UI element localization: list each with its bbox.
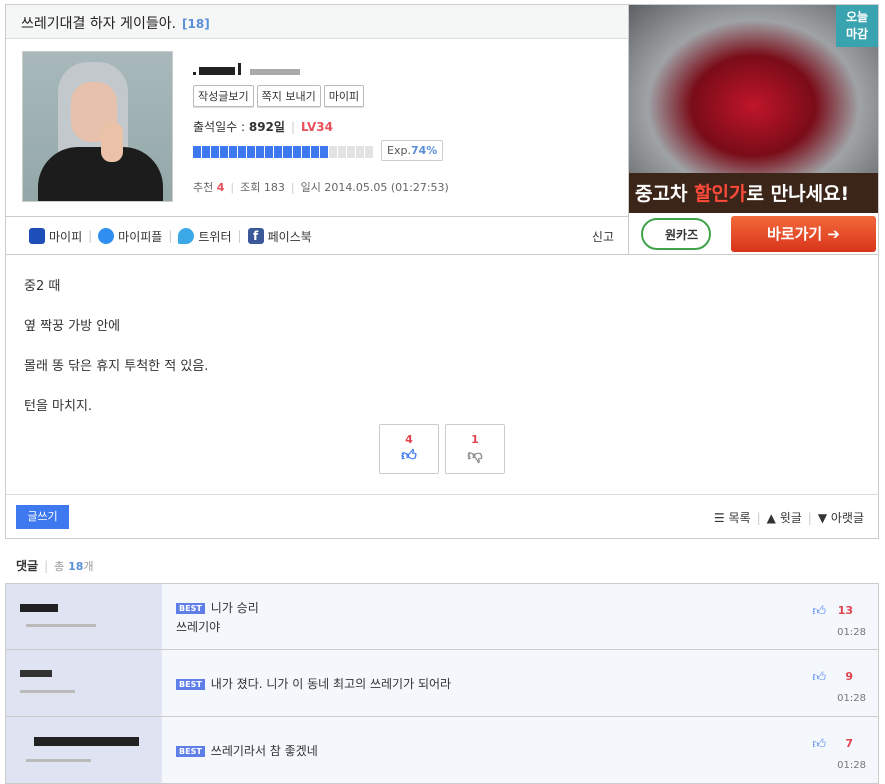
avatar bbox=[22, 51, 173, 202]
share-facebook[interactable]: f 페이스북 bbox=[247, 228, 312, 245]
report-link[interactable]: 신고 bbox=[592, 228, 614, 245]
exp-segment bbox=[319, 146, 328, 158]
body-line: 턴을 마치지. bbox=[24, 399, 93, 414]
comment-item: BEST 쓰레기라서 참 좋겠네 👍︎ 7 01:28 bbox=[5, 717, 879, 784]
exp-segment bbox=[256, 146, 265, 158]
best-badge: BEST bbox=[176, 679, 205, 690]
exp-segment bbox=[283, 146, 292, 158]
comment-time: 01:28 bbox=[837, 627, 866, 638]
downvote-button[interactable]: 1 👎︎ bbox=[445, 424, 505, 474]
list-button[interactable]: ☰ 목록 bbox=[714, 511, 751, 525]
thumbs-up-icon[interactable]: 👍︎ bbox=[812, 604, 826, 619]
downvote-count: 1 bbox=[471, 433, 479, 446]
post-date: 2014.05.05 (01:27:53) bbox=[324, 181, 449, 194]
comment-text: 내가 졌다. 니가 이 동네 최고의 쓰레기가 되어라 bbox=[210, 677, 452, 691]
mypeople-icon bbox=[98, 228, 115, 244]
exp-segment bbox=[355, 146, 364, 158]
write-button[interactable]: 글쓰기 bbox=[16, 505, 69, 529]
share-mypi[interactable]: 마이피 bbox=[29, 228, 82, 245]
exp-segment bbox=[301, 146, 310, 158]
comments-header: 댓글 | 총 18개 bbox=[16, 559, 94, 573]
username[interactable] bbox=[193, 63, 303, 78]
profile-buttons: 작성글보기 쪽지 보내기 마이피 bbox=[193, 85, 367, 107]
comments-title: 댓글 bbox=[16, 559, 39, 573]
exp-label: Exp.74% bbox=[381, 140, 444, 161]
exp-segment bbox=[238, 146, 247, 158]
post-header: 쓰레기대결 하자 게이들아. [18] 작성글보기 쪽지 보내기 마이피 출석일수 :… bbox=[5, 4, 628, 255]
exp-segment bbox=[229, 146, 238, 158]
share-twitter[interactable]: 트위터 bbox=[178, 228, 232, 245]
next-button[interactable]: ▼ 아랫글 bbox=[818, 511, 864, 525]
share-bar: 마이피 | 마이피플 | 트위터 | f 페이스북 신고 bbox=[6, 216, 628, 255]
best-badge: BEST bbox=[176, 746, 205, 757]
post-nav: ☰ 목록 | ▲ 윗글 | ▼ 아랫글 bbox=[713, 511, 864, 525]
ad-go-button[interactable]: 바로가기 ➔ bbox=[731, 216, 876, 252]
twitter-icon bbox=[178, 228, 195, 244]
exp-segment bbox=[265, 146, 274, 158]
thumbs-up-icon[interactable]: 👍︎ bbox=[812, 737, 826, 752]
comment-votes: 13 bbox=[837, 604, 853, 617]
body-line: 몰래 똥 닦은 휴지 투척한 적 있음. bbox=[24, 359, 209, 374]
exp-segment bbox=[346, 146, 355, 158]
exp-segment bbox=[220, 146, 229, 158]
comment-count[interactable]: [18] bbox=[182, 17, 210, 31]
post-actions: 글쓰기 ☰ 목록 | ▲ 윗글 | ▼ 아랫글 bbox=[6, 494, 878, 539]
exp-segment bbox=[211, 146, 220, 158]
facebook-icon: f bbox=[247, 228, 264, 244]
best-badge: BEST bbox=[176, 603, 205, 614]
exp-segment bbox=[202, 146, 211, 158]
post-body: 중2 때 옆 짝꿍 가방 안에 몰래 똥 닦은 휴지 투척한 적 있음. 턴을 … bbox=[5, 254, 879, 539]
post-meta: 추천 4 | 조회 183 | 일시 2014.05.05 (01:27:53) bbox=[193, 181, 449, 194]
exp-segment bbox=[247, 146, 256, 158]
thumbs-down-icon: 👎︎ bbox=[467, 446, 483, 464]
upvote-count: 4 bbox=[405, 433, 413, 446]
post-title-bar: 쓰레기대결 하자 게이들아. [18] bbox=[6, 5, 628, 39]
ad-badge: 오늘 마감 bbox=[836, 5, 878, 47]
comment-time: 01:28 bbox=[837, 693, 866, 704]
exp-segment bbox=[310, 146, 319, 158]
view-posts-button[interactable]: 작성글보기 bbox=[193, 85, 254, 107]
exp-segment bbox=[274, 146, 283, 158]
exp-segment bbox=[292, 146, 301, 158]
comment-text: 니가 승리 bbox=[210, 601, 259, 615]
attendance: 출석일수 : 892일 | LV34 bbox=[193, 120, 333, 134]
send-message-button[interactable]: 쪽지 보내기 bbox=[256, 85, 321, 107]
body-line: 옆 짝꿍 가방 안에 bbox=[24, 319, 121, 334]
comment-author[interactable] bbox=[6, 717, 162, 783]
thumbs-up-icon: 👍︎ bbox=[401, 446, 417, 464]
ad-banner[interactable]: 오늘 마감 중고차 할인가로 만나세요! 원카즈 바로가기 ➔ bbox=[628, 4, 879, 255]
thumbs-up-icon[interactable]: 👍︎ bbox=[812, 670, 826, 685]
comment-votes: 9 bbox=[845, 670, 853, 683]
ad-logo: 원카즈 bbox=[641, 218, 711, 250]
exp-bar bbox=[193, 146, 373, 158]
mypi-button[interactable]: 마이피 bbox=[323, 85, 365, 107]
mypi-icon bbox=[29, 228, 45, 244]
post-title: 쓰레기대결 하자 게이들아. bbox=[21, 16, 177, 32]
ad-bottom: 원카즈 바로가기 ➔ bbox=[629, 213, 878, 254]
comment-votes: 7 bbox=[845, 737, 853, 750]
attendance-label: 출석일수 : bbox=[193, 120, 246, 134]
exp-segment bbox=[193, 146, 202, 158]
comments-total: 18 bbox=[68, 560, 84, 573]
exp-segment bbox=[364, 146, 373, 158]
comment-author[interactable] bbox=[6, 650, 162, 716]
comment-text: 쓰레기라서 참 좋겠네 bbox=[210, 744, 318, 758]
upvote-button[interactable]: 4 👍︎ bbox=[379, 424, 439, 474]
exp-segment bbox=[337, 146, 346, 158]
ad-slogan: 중고차 할인가로 만나세요! bbox=[629, 173, 878, 213]
comment-text: 쓰레기야 bbox=[176, 620, 221, 634]
comment-author[interactable] bbox=[6, 584, 162, 649]
exp-segment bbox=[328, 146, 337, 158]
comment-item: BEST 니가 승리 쓰레기야 👍︎ 13 01:28 bbox=[5, 583, 879, 650]
attendance-value: 892일 bbox=[248, 120, 285, 134]
view-count: 183 bbox=[263, 181, 285, 194]
level: LV34 bbox=[301, 120, 333, 134]
comment-time: 01:28 bbox=[837, 760, 866, 771]
prev-button[interactable]: ▲ 윗글 bbox=[767, 511, 802, 525]
recommend-count: 4 bbox=[216, 181, 225, 194]
body-line: 중2 때 bbox=[24, 279, 61, 294]
comment-item: BEST 내가 졌다. 니가 이 동네 최고의 쓰레기가 되어라 👍︎ 9 01:28 bbox=[5, 650, 879, 717]
share-mypeople[interactable]: 마이피플 bbox=[98, 228, 162, 245]
